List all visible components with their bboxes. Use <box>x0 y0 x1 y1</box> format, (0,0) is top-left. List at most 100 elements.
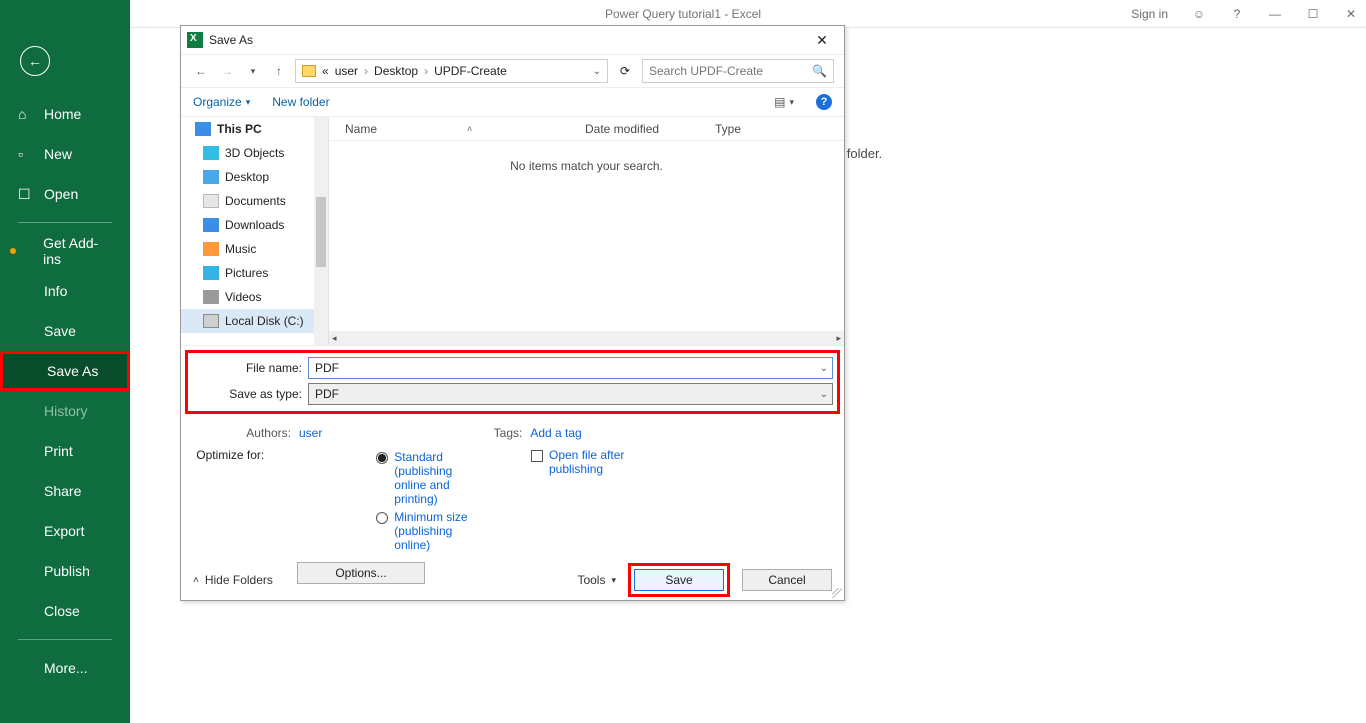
sidebar-item-info[interactable]: Info <box>0 271 130 311</box>
back-button[interactable]: ← <box>20 46 50 76</box>
tree-node-local-disk-c[interactable]: Local Disk (C:) <box>181 309 328 333</box>
resize-grip-icon[interactable] <box>832 588 842 598</box>
sidebar-item-save-as[interactable]: Save As <box>0 351 130 391</box>
sidebar-item-get-addins[interactable]: Get Add-ins <box>0 231 130 271</box>
column-date-modified[interactable]: Date modified <box>585 122 715 136</box>
sidebar-item-label: Home <box>44 106 81 122</box>
optimize-standard-radio[interactable]: Standard (publishing online and printing… <box>270 448 471 508</box>
organize-menu[interactable]: Organize ▾ <box>193 95 250 109</box>
tools-label: Tools <box>577 573 605 587</box>
cube-icon <box>203 146 219 160</box>
window-close-icon[interactable]: ✕ <box>1344 7 1358 21</box>
sign-in-link[interactable]: Sign in <box>1131 7 1168 21</box>
sidebar-item-publish[interactable]: Publish <box>0 551 130 591</box>
sidebar-item-close[interactable]: Close <box>0 591 130 631</box>
file-list[interactable]: Name ˄ Date modified Type No items match… <box>329 117 844 345</box>
chevron-right-icon: › <box>424 64 428 78</box>
optimize-minimum-radio[interactable]: Minimum size (publishing online) <box>270 508 471 554</box>
tree-node-downloads[interactable]: Downloads <box>181 213 328 237</box>
folder-tree[interactable]: This PC 3D Objects Desktop Documents Dow… <box>181 117 329 345</box>
sidebar-item-label: More... <box>44 660 88 676</box>
backstage-sidebar: ← ⌂ Home ▫ New ☐ Open Get Add-ins Info S… <box>0 0 130 723</box>
search-input[interactable] <box>649 64 806 78</box>
optimize-for-label: Optimize for: <box>191 448 264 462</box>
column-type[interactable]: Type <box>715 122 795 136</box>
refresh-icon[interactable]: ⟳ <box>614 64 636 78</box>
column-name[interactable]: Name <box>345 122 377 136</box>
tags-label: Tags: <box>482 426 522 440</box>
breadcrumb-part[interactable]: UPDF-Create <box>434 64 507 78</box>
help-icon[interactable]: ? <box>1230 7 1244 21</box>
chevron-down-icon[interactable]: ⌄ <box>820 363 828 374</box>
sidebar-item-export[interactable]: Export <box>0 511 130 551</box>
address-bar[interactable]: « user › Desktop › UPDF-Create ⌄ <box>295 59 608 83</box>
dialog-title: Save As <box>209 33 253 47</box>
search-icon[interactable]: 🔍 <box>812 64 827 78</box>
tree-node-this-pc[interactable]: This PC <box>181 117 328 141</box>
radio-icon <box>376 512 388 524</box>
sidebar-item-save[interactable]: Save <box>0 311 130 351</box>
file-name-value: PDF <box>315 361 339 375</box>
tree-node-documents[interactable]: Documents <box>181 189 328 213</box>
nav-forward-icon[interactable]: → <box>217 64 237 78</box>
pictures-icon <box>203 266 219 280</box>
hide-folders-label: Hide Folders <box>205 573 273 587</box>
view-menu[interactable]: ▤ ▾ <box>774 95 794 109</box>
tools-menu[interactable]: Tools ▾ <box>577 573 616 587</box>
hide-folders-toggle[interactable]: ˄ Hide Folders <box>193 573 273 587</box>
nav-back-icon[interactable]: ← <box>191 64 211 78</box>
dialog-footer: ˄ Hide Folders Tools ▾ Save Cancel <box>181 560 844 600</box>
chevron-up-icon: ˄ <box>193 575 199 586</box>
dialog-close-icon[interactable]: ✕ <box>808 32 836 49</box>
new-folder-button[interactable]: New folder <box>272 95 329 109</box>
radio-label: Standard (publishing online and printing… <box>394 450 471 506</box>
sidebar-item-more[interactable]: More... <box>0 648 130 688</box>
tree-node-pictures[interactable]: Pictures <box>181 261 328 285</box>
sidebar-item-open[interactable]: ☐ Open <box>0 174 130 214</box>
tree-node-3d-objects[interactable]: 3D Objects <box>181 141 328 165</box>
scroll-right-icon[interactable]: ▸ <box>836 333 841 344</box>
column-headers[interactable]: Name ˄ Date modified Type <box>329 117 844 141</box>
sidebar-item-label: Save <box>44 323 76 339</box>
radio-icon <box>376 452 388 464</box>
save-as-type-field[interactable]: PDF ⌄ <box>308 383 833 405</box>
window-restore-icon[interactable]: ☐ <box>1306 7 1320 21</box>
chevron-down-icon[interactable]: ⌄ <box>820 389 828 400</box>
sidebar-item-label: Get Add-ins <box>43 235 112 267</box>
sidebar-item-share[interactable]: Share <box>0 471 130 511</box>
breadcrumb-part[interactable]: user <box>335 64 358 78</box>
sidebar-item-home[interactable]: ⌂ Home <box>0 94 130 134</box>
save-button[interactable]: Save <box>634 569 724 591</box>
tree-node-videos[interactable]: Videos <box>181 285 328 309</box>
sort-indicator-icon: ˄ <box>467 124 472 134</box>
feedback-icon[interactable]: ☺ <box>1192 7 1206 21</box>
file-name-field[interactable]: PDF ⌄ <box>308 357 833 379</box>
scrollbar-thumb[interactable] <box>316 197 326 267</box>
cancel-button[interactable]: Cancel <box>742 569 832 591</box>
dialog-help-icon[interactable]: ? <box>816 94 832 110</box>
tree-node-desktop[interactable]: Desktop <box>181 165 328 189</box>
list-h-scrollbar[interactable]: ◂ ▸ <box>329 331 844 345</box>
downloads-icon <box>203 218 219 232</box>
address-dropdown-icon[interactable]: ⌄ <box>593 66 601 77</box>
sidebar-item-print[interactable]: Print <box>0 431 130 471</box>
nav-up-icon[interactable]: ↑ <box>269 64 289 78</box>
nav-chevron-down-icon[interactable]: ▾ <box>243 66 263 77</box>
window-minimize-icon[interactable]: — <box>1268 7 1282 21</box>
tree-scrollbar[interactable] <box>314 117 328 345</box>
scroll-left-icon[interactable]: ◂ <box>332 333 337 344</box>
open-after-publish-checkbox[interactable]: Open file after publishing <box>531 448 669 476</box>
notification-dot-icon <box>10 248 16 254</box>
tree-node-music[interactable]: Music <box>181 237 328 261</box>
search-box[interactable]: 🔍 <box>642 59 834 83</box>
sidebar-item-new[interactable]: ▫ New <box>0 134 130 174</box>
cancel-label: Cancel <box>768 573 805 587</box>
desktop-icon <box>203 170 219 184</box>
annotation-highlight-fields: File name: PDF ⌄ Save as type: PDF ⌄ <box>185 350 840 414</box>
folder-icon <box>302 65 316 77</box>
tags-field[interactable]: Add a tag <box>530 426 581 440</box>
authors-value[interactable]: user <box>299 426 322 440</box>
breadcrumb-part[interactable]: Desktop <box>374 64 418 78</box>
documents-icon <box>203 194 219 208</box>
chevron-down-icon: ▾ <box>611 575 616 586</box>
